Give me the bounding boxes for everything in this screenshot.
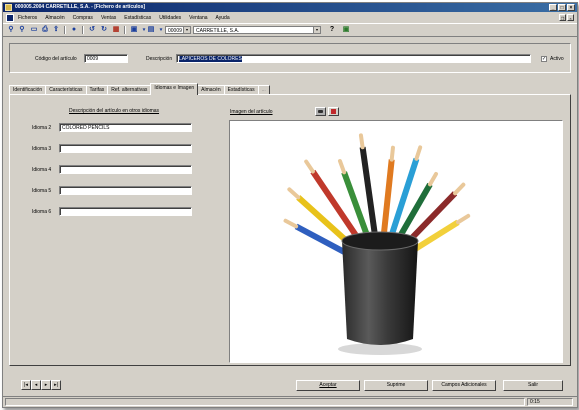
language-input[interactable]	[59, 165, 192, 174]
menu-ventas[interactable]: Ventas	[101, 13, 116, 23]
article-header: Código del artículo 0009 Descripción LAP…	[9, 43, 571, 73]
pencil-tip	[428, 172, 438, 187]
minimize-button[interactable]: _	[549, 4, 557, 11]
pencil-tip	[337, 159, 347, 175]
window-icon[interactable]: ▣	[129, 25, 139, 35]
camera-icon	[318, 110, 323, 113]
tab-idiomas-imagen[interactable]: Idiomas e Imagen	[150, 83, 199, 95]
menu-compras[interactable]: Compras	[73, 13, 93, 23]
pencil-tip	[453, 182, 466, 196]
export-icon[interactable]: ⇪	[51, 25, 61, 35]
language-label: Idioma 4	[32, 167, 52, 173]
settings-icon[interactable]: ▣	[341, 25, 351, 35]
chevron-down-icon[interactable]: ▾	[183, 27, 190, 33]
maximize-button[interactable]: □	[558, 4, 566, 11]
status-message	[5, 398, 525, 406]
pencil-tip	[287, 187, 301, 200]
help-icon[interactable]: ?	[327, 25, 337, 35]
find-next-icon[interactable]: ⚲	[17, 25, 27, 35]
print-icon[interactable]: ⎙	[40, 25, 50, 35]
menu-estadisticas[interactable]: Estadísticas	[124, 13, 151, 23]
language-label: Idioma 5	[32, 188, 52, 194]
document-icon[interactable]	[6, 14, 14, 22]
menu-almacen[interactable]: Almacén	[45, 13, 64, 23]
pencil-tip	[456, 213, 471, 225]
child-restore-button[interactable]: ❐	[559, 14, 566, 21]
description-label: Descripción	[146, 56, 173, 62]
delete-image-button[interactable]	[328, 107, 339, 116]
menu-ventana[interactable]: Ventana	[189, 13, 207, 23]
language-input[interactable]	[59, 207, 192, 216]
languages-heading: Descripción del artículo en otros idioma…	[69, 108, 160, 114]
window-title: 000005.2004 CARRETILLE, S.A. - [Fichero …	[15, 4, 146, 10]
pencil-tip	[389, 145, 395, 162]
code-input[interactable]: 0009	[84, 54, 128, 63]
pencil-tip	[358, 133, 365, 150]
preview-icon[interactable]: ▭	[29, 25, 39, 35]
layout-icon[interactable]: ▤	[146, 25, 156, 35]
menu-bar: Ficheros Almacén Compras Ventas Estadíst…	[3, 13, 577, 23]
first-record-button[interactable]: |◂	[21, 380, 31, 390]
language-label: Idioma 2	[32, 125, 52, 131]
main-window: 000005.2004 CARRETILLE, S.A. - [Fichero …	[2, 2, 578, 408]
language-input[interactable]	[59, 144, 192, 153]
pencil-cup-image	[283, 133, 471, 355]
delete-icon	[331, 109, 336, 114]
pencil-tip	[304, 159, 315, 174]
close-button[interactable]: ×	[567, 4, 575, 11]
pencil-cup	[342, 241, 418, 345]
active-checkbox[interactable]: ✓	[541, 56, 547, 62]
info-icon[interactable]: ●	[69, 25, 79, 35]
article-image	[229, 120, 563, 363]
language-label: Idioma 6	[32, 209, 52, 215]
status-bar: 0:15	[3, 396, 577, 407]
prev-record-button[interactable]: ◂	[31, 380, 41, 390]
pencil-tip	[283, 218, 299, 229]
bottom-bar: |◂ ◂ ▸ ▸| Aceptar Suprime Campos Adicion…	[9, 378, 571, 392]
active-label: Activo	[550, 56, 564, 62]
status-time: 0:15	[527, 398, 573, 406]
redo-icon[interactable]: ↻	[99, 25, 109, 35]
exit-button[interactable]: Salir	[503, 380, 563, 391]
image-heading: Imagen del artículo	[230, 109, 273, 115]
accept-button[interactable]: Aceptar	[296, 380, 360, 391]
description-input[interactable]: LAPICEROS DE COLORES	[176, 54, 531, 63]
delete-button[interactable]: Suprime	[364, 380, 428, 391]
language-input[interactable]: COLORED PENCILS	[59, 123, 192, 132]
code-label: Código del artículo	[35, 56, 77, 62]
tab-strip: Identificación Características Tarifas R…	[9, 83, 270, 95]
company-name-select[interactable]: CARRETILLE, S.A. ▾	[193, 26, 321, 34]
language-label: Idioma 3	[32, 146, 52, 152]
title-bar[interactable]: 000005.2004 CARRETILLE, S.A. - [Fichero …	[3, 3, 577, 12]
toolbar: ⚲ ⚲ ▭ ⎙ ⇪ ● ↺ ↻ ▦ ▣ ▾ ▤ ▾ 00009 ▾ CARRET…	[3, 23, 577, 37]
extra-fields-button[interactable]: Campos Adicionales	[432, 380, 496, 391]
chevron-down-icon[interactable]: ▾	[313, 27, 320, 33]
company-code-select[interactable]: 00009 ▾	[165, 26, 191, 34]
next-record-button[interactable]: ▸	[41, 380, 51, 390]
cup-rim	[341, 231, 419, 251]
pencil-tip	[414, 145, 423, 161]
binoculars-icon[interactable]: ⚲	[6, 25, 16, 35]
calendar-icon[interactable]: ▦	[111, 25, 121, 35]
menu-ayuda[interactable]: Ayuda	[216, 13, 230, 23]
app-icon	[5, 4, 12, 11]
child-close-button[interactable]: ×	[567, 14, 574, 21]
load-image-button[interactable]	[315, 107, 326, 116]
menu-ficheros[interactable]: Ficheros	[18, 13, 37, 23]
last-record-button[interactable]: ▸|	[51, 380, 61, 390]
menu-utilidades[interactable]: Utilidades	[159, 13, 181, 23]
language-input[interactable]	[59, 186, 192, 195]
undo-icon[interactable]: ↺	[87, 25, 97, 35]
